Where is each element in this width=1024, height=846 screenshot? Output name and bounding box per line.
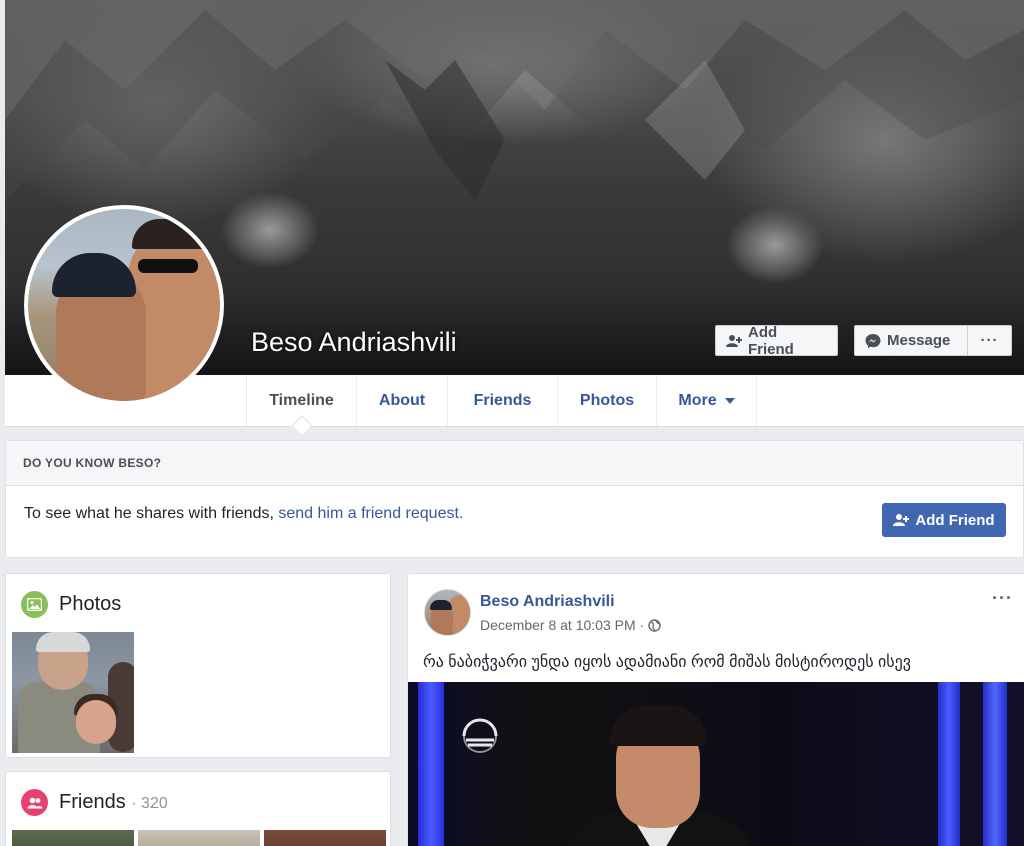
add-friend-primary-label: Add Friend (915, 511, 995, 529)
friend-thumbnail[interactable] (12, 830, 134, 846)
message-button[interactable]: Message (854, 325, 968, 356)
do-you-know-box: DO YOU KNOW BESO? To see what he shares … (5, 440, 1024, 558)
add-friend-icon (893, 513, 910, 527)
post-meta: December 8 at 10:03 PM · (480, 617, 661, 633)
friends-title-label: Friends (59, 791, 126, 813)
post-text: რა ნაბიჭვარი უნდა იყოს ადამიანი რომ მიშა… (423, 654, 911, 671)
friends-icon (21, 789, 48, 816)
caret-down-icon (724, 397, 735, 404)
profile-picture-image (28, 209, 220, 401)
post-video[interactable] (408, 682, 1024, 846)
photos-icon (21, 591, 48, 618)
tab-friends[interactable]: Friends (447, 375, 557, 426)
do-you-know-prefix: To see what he shares with friends, (24, 505, 279, 522)
post-timestamp[interactable]: December 8 at 10:03 PM · (480, 617, 644, 633)
add-friend-label: Add Friend (748, 323, 794, 358)
friend-request-link[interactable]: send him a friend request. (278, 505, 463, 522)
photos-card: Photos (5, 573, 391, 758)
friend-count: · 320 (131, 795, 168, 812)
friends-card-title[interactable]: Friends · 320 (59, 791, 168, 814)
photo-thumbnail[interactable] (12, 632, 134, 753)
timeline-post: Beso Andriashvili December 8 at 10:03 PM… (407, 573, 1024, 846)
do-you-know-heading: DO YOU KNOW BESO? (6, 441, 1023, 486)
tab-more[interactable]: More (656, 375, 757, 426)
friend-thumbnail[interactable] (264, 830, 386, 846)
do-you-know-text: To see what he shares with friends, send… (24, 505, 463, 523)
friends-card: Friends · 320 (5, 771, 391, 846)
globe-icon (648, 618, 661, 632)
post-options-button[interactable]: ··· (992, 588, 1013, 609)
post-author-avatar[interactable] (424, 589, 471, 636)
post-author-name[interactable]: Beso Andriashvili (480, 593, 615, 611)
more-options-button[interactable]: ··· (967, 325, 1012, 356)
add-friend-button[interactable]: Add Friend (715, 323, 838, 358)
add-friend-primary-button[interactable]: Add Friend (882, 503, 1006, 537)
tab-photos[interactable]: Photos (557, 375, 656, 426)
profile-picture[interactable] (24, 205, 224, 405)
photos-card-title[interactable]: Photos (59, 593, 121, 616)
message-label: Message (887, 332, 951, 349)
profile-name[interactable]: Beso Andriashvili (251, 327, 457, 358)
friend-thumbnail[interactable] (138, 830, 260, 846)
messenger-icon (865, 333, 881, 349)
tv-channel-logo (460, 716, 500, 756)
tab-about[interactable]: About (356, 375, 447, 426)
tab-more-label: More (678, 391, 717, 409)
add-friend-icon (726, 334, 742, 348)
